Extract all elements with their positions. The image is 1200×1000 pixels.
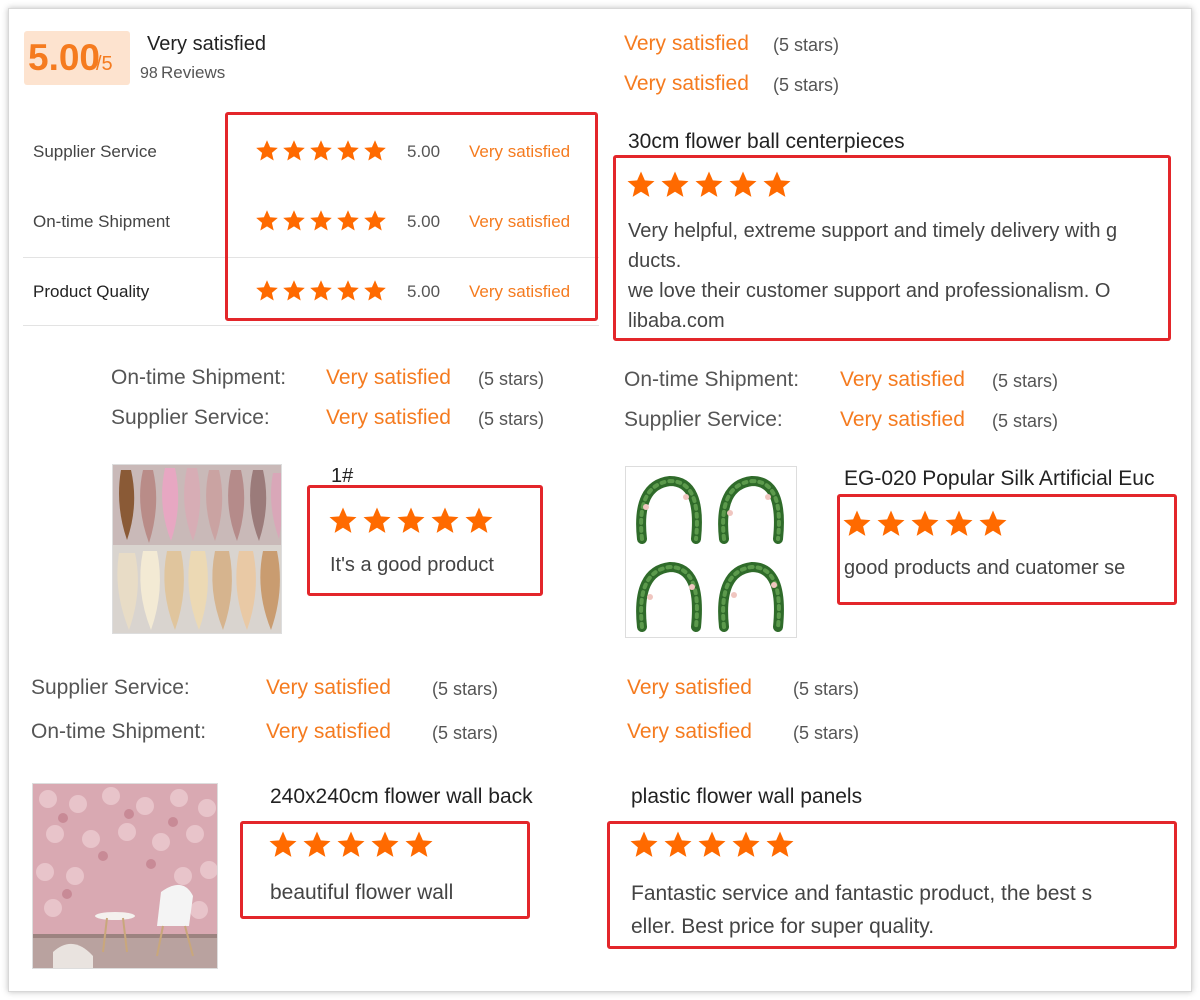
meta-stars-text: (5 stars) — [432, 723, 499, 743]
meta-stars-text: (5 stars) — [992, 371, 1059, 391]
meta-stars-text: (5 stars) — [773, 35, 840, 55]
meta-stars-text: (5 stars) — [793, 679, 860, 699]
meta-stars-text: (5 stars) — [432, 679, 499, 699]
score-badge: 5.00 /5 — [24, 31, 130, 85]
divider — [23, 325, 599, 326]
reviews-label: Reviews — [161, 63, 226, 82]
meta-label: Supplier Service: — [111, 406, 270, 429]
meta-status: Very satisfied — [627, 720, 752, 743]
meta-label: Supplier Service: — [624, 408, 783, 431]
product-image-flower-wall[interactable] — [32, 783, 218, 969]
meta-status: Very satisfied — [840, 408, 965, 431]
rating-label: Supplier Service — [33, 142, 157, 161]
meta-stars-text: (5 stars) — [992, 411, 1059, 431]
meta-status: Very satisfied — [624, 72, 749, 95]
meta-status: Very satisfied — [266, 676, 391, 699]
rating-label: On-time Shipment — [33, 212, 170, 231]
meta-label: On-time Shipment: — [111, 366, 287, 389]
product-title[interactable]: plastic flower wall panels — [631, 785, 862, 809]
review-count: 98 — [140, 65, 158, 82]
overall-satisfaction: Very satisfied — [147, 33, 266, 55]
highlight-box — [240, 821, 530, 919]
product-title[interactable]: EG-020 Popular Silk Artificial Euc — [844, 467, 1177, 491]
product-image-pampas[interactable] — [112, 464, 282, 634]
meta-label: Supplier Service: — [31, 676, 190, 699]
meta-status: Very satisfied — [326, 366, 451, 389]
meta-status: Very satisfied — [627, 676, 752, 699]
score-value: 5.00 — [28, 37, 101, 78]
meta-stars-text: (5 stars) — [793, 723, 860, 743]
meta-status: Very satisfied — [840, 368, 965, 391]
highlight-box — [837, 494, 1177, 605]
rating-label: Product Quality — [33, 282, 150, 301]
meta-status: Very satisfied — [266, 720, 391, 743]
meta-stars-text: (5 stars) — [478, 409, 545, 429]
product-title[interactable]: 240x240cm flower wall back — [270, 785, 590, 809]
meta-status: Very satisfied — [326, 406, 451, 429]
meta-stars-text: (5 stars) — [773, 75, 840, 95]
meta-stars-text: (5 stars) — [478, 369, 545, 389]
score-denominator: /5 — [96, 53, 113, 75]
meta-label: On-time Shipment: — [31, 720, 207, 743]
meta-label: On-time Shipment: — [624, 368, 800, 391]
highlight-box — [225, 112, 598, 321]
highlight-box — [307, 485, 543, 596]
product-image-garland[interactable] — [625, 466, 797, 638]
reviews-panel: 5.00 /5 Very satisfied 98 Reviews Suppli… — [8, 8, 1192, 992]
product-title[interactable]: 30cm flower ball centerpieces — [628, 130, 905, 154]
highlight-box — [613, 155, 1171, 341]
highlight-box — [607, 821, 1177, 949]
meta-status: Very satisfied — [624, 32, 749, 55]
